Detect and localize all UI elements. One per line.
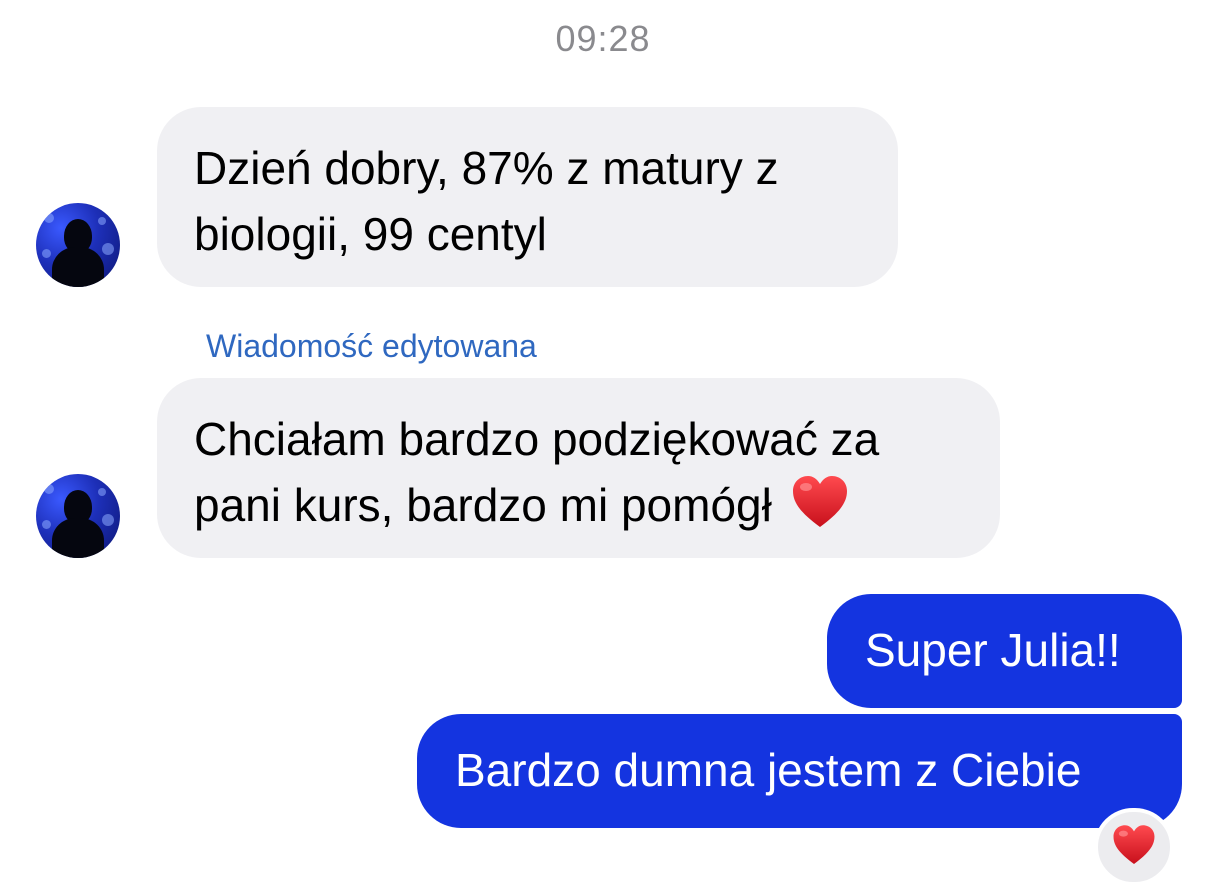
message-reaction[interactable] (1094, 808, 1174, 886)
red-heart-icon (1112, 824, 1156, 871)
avatar[interactable] (36, 203, 120, 287)
edited-label[interactable]: Wiadomość edytowana (206, 328, 537, 365)
outgoing-message-bubble[interactable]: Bardzo dumna jestem z Ciebie (417, 714, 1182, 828)
message-text-line: Dzień dobry, 87% z matury z (194, 142, 779, 194)
outgoing-message-bubble[interactable]: Super Julia!! (827, 594, 1182, 708)
timestamp: 09:28 (555, 18, 651, 59)
message-text-line: pani kurs, bardzo mi pomógł (194, 472, 962, 538)
incoming-message-bubble[interactable]: Chciałam bardzo podziękować za pani kurs… (157, 378, 1000, 558)
incoming-message-bubble[interactable]: Dzień dobry, 87% z matury z biologii, 99… (157, 107, 898, 287)
message-text-fragment: pani kurs, bardzo mi pomógł (194, 479, 772, 531)
avatar[interactable] (36, 474, 120, 558)
message-text-line: biologii, 99 centyl (194, 208, 547, 260)
message-text-line: Chciałam bardzo podziękować za (194, 413, 880, 465)
red-heart-icon (791, 475, 849, 529)
